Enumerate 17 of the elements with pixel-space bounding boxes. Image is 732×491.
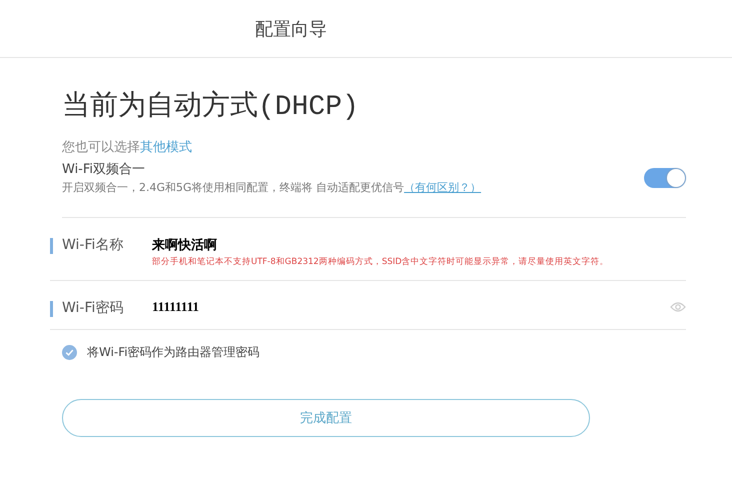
- eye-icon[interactable]: [670, 302, 686, 312]
- finish-button[interactable]: 完成配置: [62, 399, 590, 437]
- other-mode-link[interactable]: 其他模式: [140, 140, 192, 155]
- page-title: 配置向导: [255, 18, 327, 40]
- difference-link[interactable]: （有何区别？）: [404, 181, 482, 194]
- mode-hint: 您也可以选择: [62, 140, 140, 155]
- encoding-warning: 部分手机和笔记本不支持UTF-8和GB2312两种编码方式，SSID含中文字符时可能显示异常，请尽量使用英文字符。: [152, 256, 610, 268]
- dual-band-label: Wi-Fi双频合一: [62, 161, 146, 178]
- checkbox[interactable]: [62, 345, 77, 360]
- field-label: Wi-Fi名称: [62, 236, 124, 254]
- checkbox-label: 将Wi-Fi密码作为路由器管理密码: [87, 344, 260, 361]
- mode-title: 当前为自动方式(DHCP): [62, 89, 360, 125]
- password-field[interactable]: 11111111: [152, 299, 199, 315]
- field-label: Wi-Fi密码: [62, 299, 124, 317]
- name-field[interactable]: 来啊快活啊: [152, 236, 217, 254]
- dual-band-description: 开启双频合一，2.4G和5G将使用相同配置，终端将 自动适配更优信号: [62, 181, 404, 194]
- dual-band-toggle[interactable]: [644, 168, 686, 188]
